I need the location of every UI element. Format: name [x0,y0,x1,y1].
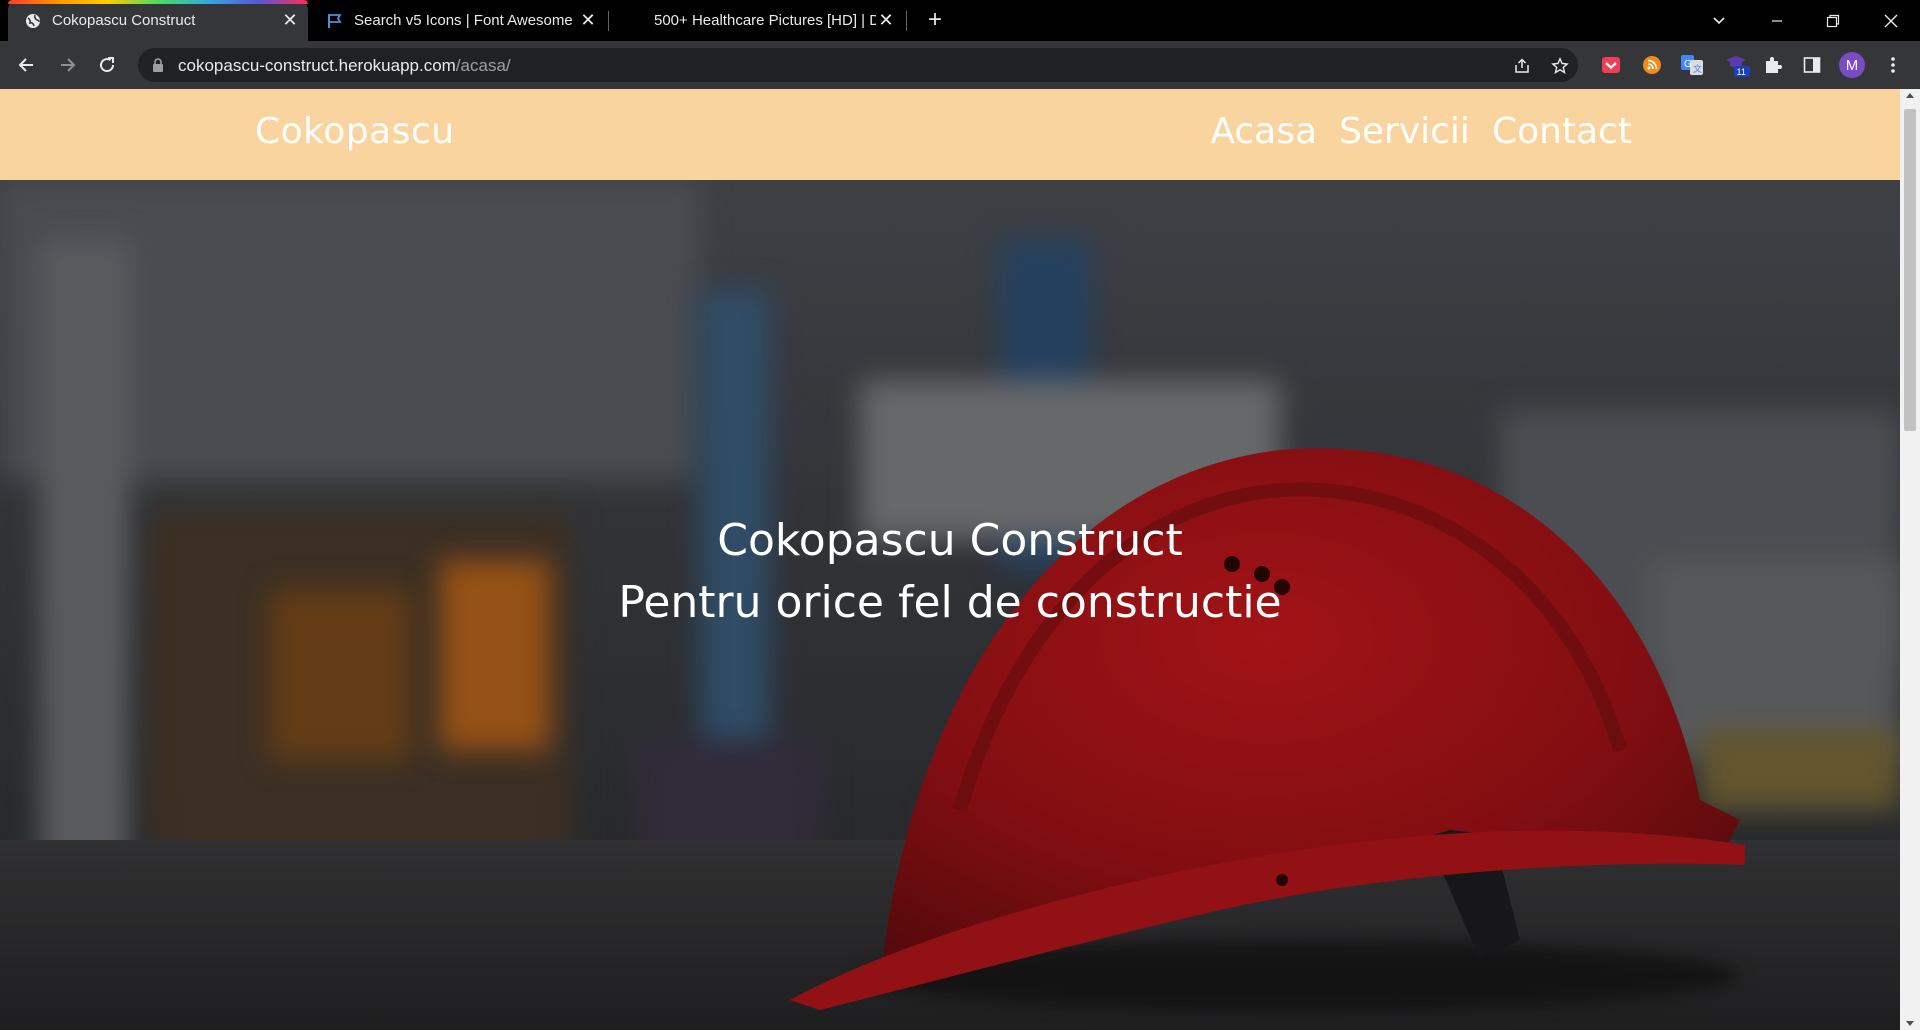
tab-cokopascu-construct[interactable]: Cokopascu Construct ✕ [8,0,308,41]
scroll-down-arrow-icon[interactable] [1906,1021,1914,1026]
svg-text:G: G [1684,59,1692,70]
share-icon[interactable] [1512,56,1532,76]
pocket-extension-icon[interactable] [1600,54,1622,76]
scroll-up-arrow-icon[interactable] [1906,93,1914,98]
svg-text:文: 文 [1693,63,1702,74]
forward-button[interactable] [52,50,82,80]
hero-text: Cokopascu Construct Pentru orice fel de … [0,510,1900,634]
site-brand-link[interactable]: Cokopascu [255,111,455,152]
tab-title: Cokopascu Construct [52,12,196,29]
tab-title: Search v5 Icons | Font Awesome [354,12,573,29]
tab-title: 500+ Healthcare Pictures [HD] | Download… [654,12,876,29]
lock-icon[interactable] [152,58,164,77]
rss-extension-icon[interactable] [1641,54,1663,76]
extension-badge: 11 [1737,67,1746,77]
close-window-icon[interactable] [1876,6,1906,36]
bookmark-star-icon[interactable] [1550,56,1570,76]
browser-tab-bar: Cokopascu Construct ✕ Search v5 Icons | … [0,0,1920,41]
site-header: Cokopascu Acasa Servicii Contact [0,89,1900,180]
nav-link-servicii[interactable]: Servicii [1339,111,1470,152]
tab-search-icon[interactable] [1704,6,1734,36]
reload-button[interactable] [92,50,122,80]
site-nav: Acasa Servicii Contact [1210,111,1632,152]
url-text: cokopascu-construct.herokuapp.com/acasa/ [178,56,511,76]
close-tab-icon[interactable]: ✕ [280,10,300,30]
url-host: cokopascu-construct.herokuapp.com [178,56,456,75]
address-bar[interactable]: cokopascu-construct.herokuapp.com/acasa/ [138,48,1578,82]
new-tab-button[interactable]: + [922,8,948,34]
close-tab-icon[interactable]: ✕ [578,10,598,30]
tab-font-awesome[interactable]: Search v5 Icons | Font Awesome ✕ [310,0,606,41]
nav-link-contact[interactable]: Contact [1492,111,1632,152]
page-scrollbar[interactable] [1900,89,1920,1030]
browser-toolbar: cokopascu-construct.herokuapp.com/acasa/… [0,41,1920,89]
camera-icon [626,12,644,30]
hero-section: Cokopascu Construct Pentru orice fel de … [0,180,1900,1030]
back-button[interactable] [12,50,42,80]
hat-extension-icon[interactable]: 11 [1724,54,1750,77]
tab-separator [906,11,907,31]
extensions-puzzle-icon[interactable] [1762,54,1784,76]
flag-icon [326,12,344,30]
restore-icon[interactable] [1818,6,1848,36]
chrome-menu-icon[interactable] [1882,54,1904,76]
profile-avatar[interactable]: M [1839,52,1865,78]
tab-separator [608,11,609,31]
hero-subtitle: Pentru orice fel de constructie [618,577,1282,628]
nav-link-acasa[interactable]: Acasa [1210,111,1317,152]
url-path: /acasa/ [455,56,511,75]
tab-accent-strip [8,0,308,4]
tab-unsplash[interactable]: 500+ Healthcare Pictures [HD] | Download… [610,0,906,41]
side-panel-icon[interactable] [1801,54,1823,76]
translate-extension-icon[interactable]: G文 [1681,54,1703,76]
scrollbar-thumb[interactable] [1904,109,1916,431]
close-tab-icon[interactable]: ✕ [876,10,896,30]
globe-icon [24,12,42,30]
page-viewport: Cokopascu Acasa Servicii Contact Cokopas… [0,89,1900,1030]
minimize-icon[interactable] [1762,6,1792,36]
hero-title: Cokopascu Construct [717,515,1183,566]
